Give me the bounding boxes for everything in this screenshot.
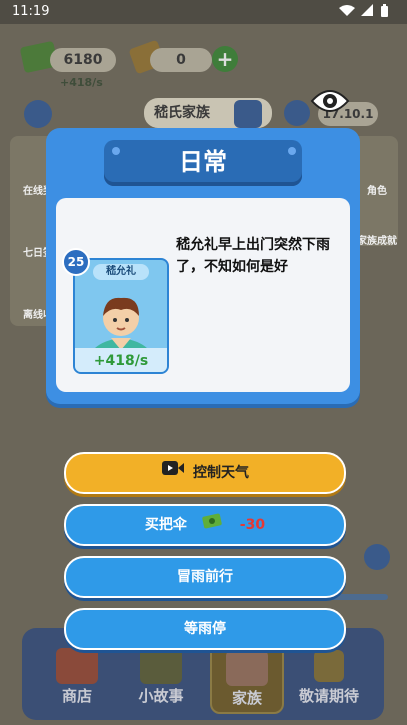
lock-icon — [314, 650, 344, 682]
cash-icon — [202, 506, 222, 544]
title-dot-right — [288, 147, 296, 155]
add-gem-button[interactable]: + — [212, 46, 238, 72]
location-pin-icon[interactable] — [364, 544, 390, 570]
character-rate: +418/s — [93, 353, 149, 369]
tv-icon — [140, 648, 182, 684]
buy-umbrella-button[interactable]: 买把伞 -30 — [64, 504, 346, 546]
tab-shop-label: 商店 — [61, 687, 92, 705]
tab-coming-soon[interactable]: 敬请期待 — [294, 640, 364, 710]
tab-coming-soon-label: 敬请期待 — [298, 687, 359, 705]
control-weather-label: 控制天气 — [193, 465, 249, 481]
wait-rain-label: 等雨停 — [184, 621, 226, 637]
tab-stories-label: 小故事 — [138, 687, 184, 705]
tab-family-label: 家族 — [231, 689, 262, 707]
character-name: 嵇允礼 — [93, 264, 149, 280]
gem-display: 0 — [150, 48, 212, 72]
buy-umbrella-cost: -30 — [239, 517, 266, 533]
wait-rain-button[interactable]: 等雨停 — [64, 608, 346, 650]
dialog-title: 日常 — [104, 140, 302, 186]
video-icon — [161, 454, 185, 492]
status-bar: 11:19 — [0, 0, 407, 24]
buy-umbrella-label: 买把伞 — [144, 517, 187, 533]
settings-gear-icon[interactable] — [24, 100, 52, 128]
control-weather-button[interactable]: 控制天气 — [64, 452, 346, 494]
status-time: 11:19 — [12, 4, 50, 19]
event-story: 嵇允礼早上出门突然下雨了，不知如何是好 — [176, 237, 330, 275]
money-rate: +418/s — [60, 76, 103, 89]
tab-stories[interactable]: 小故事 — [126, 640, 196, 710]
go-in-rain-button[interactable]: 冒雨前行 — [64, 556, 346, 598]
edit-icon[interactable] — [234, 100, 262, 128]
tab-family[interactable]: 家族 — [210, 640, 284, 714]
family-icon — [226, 650, 268, 686]
status-icons — [337, 4, 397, 21]
tab-shop[interactable]: 商店 — [42, 640, 112, 710]
pause-button[interactable] — [284, 100, 310, 126]
title-dot-left — [112, 147, 120, 155]
shop-icon — [56, 648, 98, 684]
dialog-body: 嵇允礼 +418/s 25 嵇允礼早上出门突然下雨了，不知如何是好 — [56, 198, 350, 392]
level-badge: 25 — [62, 248, 90, 276]
eye-icon[interactable] — [310, 84, 350, 118]
battery-icon — [339, 4, 388, 17]
character-card: 嵇允礼 +418/s — [73, 258, 169, 374]
daily-event-dialog: 日常 嵇允礼 +418/s 25 嵇允礼早上出门突然下雨了，不知如何是好 — [46, 128, 360, 404]
go-in-rain-label: 冒雨前行 — [177, 569, 233, 585]
money-display: 6180 — [50, 48, 116, 72]
